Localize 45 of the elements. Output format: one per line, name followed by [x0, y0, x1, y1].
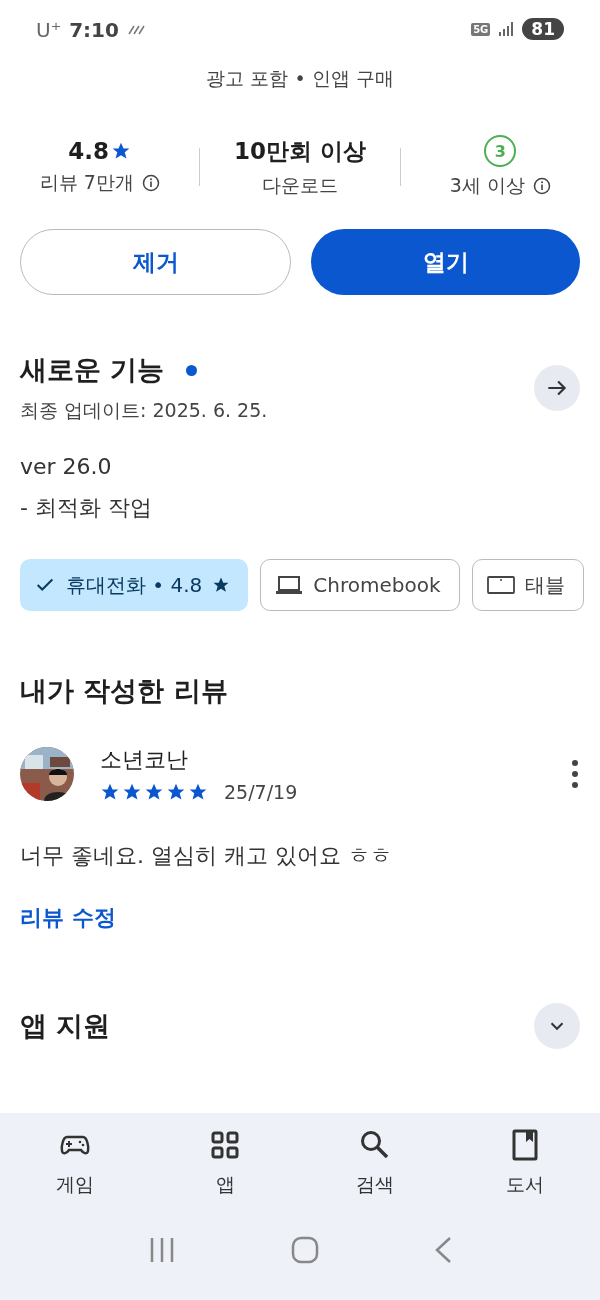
nav-tab[interactable]: 게임: [0, 1127, 150, 1215]
app-tags: 광고 포함 • 인앱 구매: [0, 62, 600, 122]
version-text: ver 26.0: [19, 454, 113, 479]
battery-level: 81: [522, 18, 564, 40]
no-signal-icon: [126, 25, 145, 35]
star-icon: [122, 782, 142, 802]
release-notes: - 최적화 작업: [19, 494, 153, 522]
edit-review-link[interactable]: 리뷰 수정: [0, 905, 136, 930]
stat-label: 다운로드: [262, 172, 338, 198]
nav-tab[interactable]: 검색: [300, 1127, 450, 1215]
reviewer-name: 소년코난: [100, 746, 189, 774]
stat-label: 리뷰 7만개: [39, 170, 134, 195]
tablet-icon: [486, 575, 515, 595]
arrow-button[interactable]: [534, 365, 580, 411]
laptop-icon: [275, 574, 304, 596]
downloads-value: 10만회 이상: [234, 136, 366, 166]
nav-tab[interactable]: 도서: [450, 1127, 600, 1215]
more-options-icon[interactable]: [570, 759, 580, 789]
device-chip[interactable]: 태블: [471, 559, 584, 611]
open-button[interactable]: 열기: [311, 229, 580, 295]
section-title: 내가 작성한 리뷰: [20, 674, 228, 708]
star-icon: [188, 782, 208, 802]
star-icon: [166, 782, 186, 802]
network-type: 5G: [471, 22, 491, 36]
section-title: 새로운 기능: [20, 353, 165, 387]
update-date: 최종 업데이트: 2025. 6. 25.: [20, 398, 268, 423]
review-date: 25/7/19: [224, 781, 298, 803]
age-rating-badge: 3: [484, 135, 517, 167]
review-text: 너무 좋네요. 열심히 캐고 있어요 ㅎㅎ: [19, 842, 393, 870]
status-time: 7:10: [69, 18, 119, 42]
info-icon[interactable]: [532, 177, 551, 195]
section-title: 앱 지원: [20, 1009, 111, 1043]
star-icon: [100, 782, 120, 802]
home-icon[interactable]: [291, 1235, 319, 1264]
device-chip[interactable]: Chromebook: [260, 559, 460, 611]
carrier-label: U⁺: [36, 18, 62, 42]
uninstall-button[interactable]: 제거: [20, 229, 291, 295]
signal-icon: [498, 21, 515, 37]
star-icon: [144, 782, 164, 802]
nav-tab[interactable]: 앱: [150, 1127, 300, 1215]
stat-label: 3세 이상: [449, 173, 525, 198]
info-icon[interactable]: [141, 174, 160, 192]
rating-value: 4.8: [68, 138, 132, 164]
device-chip[interactable]: 휴대전화 • 4.8: [20, 559, 249, 611]
back-icon[interactable]: [434, 1235, 453, 1264]
